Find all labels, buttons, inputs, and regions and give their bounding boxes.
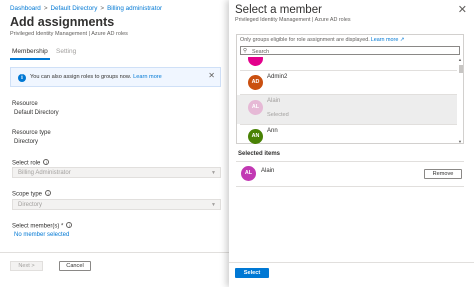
resource-value: Default Directory [14,110,59,116]
no-member-selected-link[interactable]: No member selected [14,232,69,238]
tab-setting[interactable]: Setting [56,48,76,55]
remove-button[interactable]: Remove [424,169,462,179]
scroll-up-icon[interactable]: ▲ [458,57,462,62]
member-name: Admin2 [267,74,288,80]
member-selected-status: Selected [267,112,289,118]
member-row-admin2[interactable]: AD Admin2 [237,71,457,94]
breadcrumb-dashboard[interactable]: Dashboard [10,5,41,12]
select-members-label-text: Select member(s) * [12,223,64,230]
panel-subtitle: Privileged Identity Management | Azure A… [235,17,351,23]
scrollbar-thumb[interactable] [458,65,463,73]
selected-items-heading: Selected items [238,151,281,157]
cancel-button[interactable]: Cancel [59,261,91,271]
select-member-panel: Select a member Privileged Identity Mana… [229,0,474,287]
close-icon[interactable]: ✕ [208,71,215,80]
page-subtitle: Privileged Identity Management | Azure A… [10,31,128,37]
avatar [248,57,263,66]
select-members-label: Select member(s) * i [12,222,73,230]
search-icon: ⚲ [243,48,248,54]
scope-type-label-text: Scope type [12,191,43,198]
member-name: Alain [267,98,281,104]
panel-footer-divider [229,262,474,263]
chevron-down-icon: ▼ [211,170,216,176]
tab-membership[interactable]: Membership [12,48,48,55]
info-banner-text: You can also assign roles to groups now.… [30,74,162,80]
learn-more-link[interactable]: Learn more ↗ [371,37,405,43]
member-search-input[interactable]: ⚲ Search [240,46,460,55]
scope-type-value: Directory [18,202,43,208]
info-banner-learn-more-link[interactable]: Learn more [133,74,162,80]
info-banner-message: You can also assign roles to groups now. [30,74,132,80]
breadcrumb-default-directory[interactable]: Default Directory [51,5,98,12]
breadcrumb-billing-administrator[interactable]: Billing administrator [107,5,162,12]
scroll-down-icon[interactable]: ▼ [458,139,462,144]
next-button[interactable]: Next > [10,261,43,271]
scope-type-dropdown: Directory ▼ [12,199,221,210]
selected-items-divider [236,161,464,162]
active-tab-indicator [10,58,50,60]
member-row-ann[interactable]: AN Ann [237,125,457,144]
select-button[interactable]: Select [235,268,269,278]
resource-label: Resource [12,101,38,107]
member-list: AD Admin2 AL Alain Selected AN Ann ▲ ▼ [237,57,464,144]
close-icon[interactable]: ✕ [458,3,467,16]
scope-type-label: Scope type i [12,190,52,198]
member-row-alain[interactable]: AL Alain Selected [237,95,457,124]
info-banner: i You can also assign roles to groups no… [10,67,221,87]
help-icon[interactable]: i [66,222,73,228]
info-icon: i [18,74,26,82]
chevron-down-icon: ▼ [211,202,216,208]
selected-item-name: Alain [261,168,275,174]
eligible-groups-note-text: Only groups eligible for role assignment… [240,37,370,43]
member-name: Ann [267,128,278,134]
resource-type-value: Directory [14,139,39,145]
add-assignments-blade: Dashboard > Default Directory > Billing admi… [0,0,229,287]
help-icon[interactable]: i [45,190,52,196]
avatar: AL [241,166,256,181]
learn-more-link-text: Learn more [370,37,399,43]
search-placeholder: Search [252,48,270,55]
more-options-button[interactable]: ... [96,16,106,27]
help-icon[interactable]: i [43,159,50,165]
breadcrumb: Dashboard > Default Directory > Billing admi… [10,5,162,12]
select-role-value: Billing Administrator [18,170,71,176]
select-role-label-text: Select role [12,160,41,167]
avatar: AL [248,100,263,115]
member-picker: Only groups eligible for role assignment… [236,34,464,144]
member-list-scrollbar[interactable]: ▲ ▼ [458,57,463,144]
member-row[interactable] [237,57,457,69]
selected-items-divider [236,186,464,187]
eligible-groups-note: Only groups eligible for role assignment… [240,37,404,43]
external-link-icon: ↗ [399,37,405,43]
resource-type-label: Resource type [12,130,51,136]
breadcrumb-separator: > [100,5,105,12]
avatar: AN [248,129,263,144]
breadcrumb-separator: > [43,5,48,12]
panel-title: Select a member [235,4,322,16]
footer-divider [0,252,229,253]
select-role-label: Select role i [12,159,50,167]
select-role-dropdown: Billing Administrator ▼ [12,167,221,178]
avatar: AD [248,75,263,90]
